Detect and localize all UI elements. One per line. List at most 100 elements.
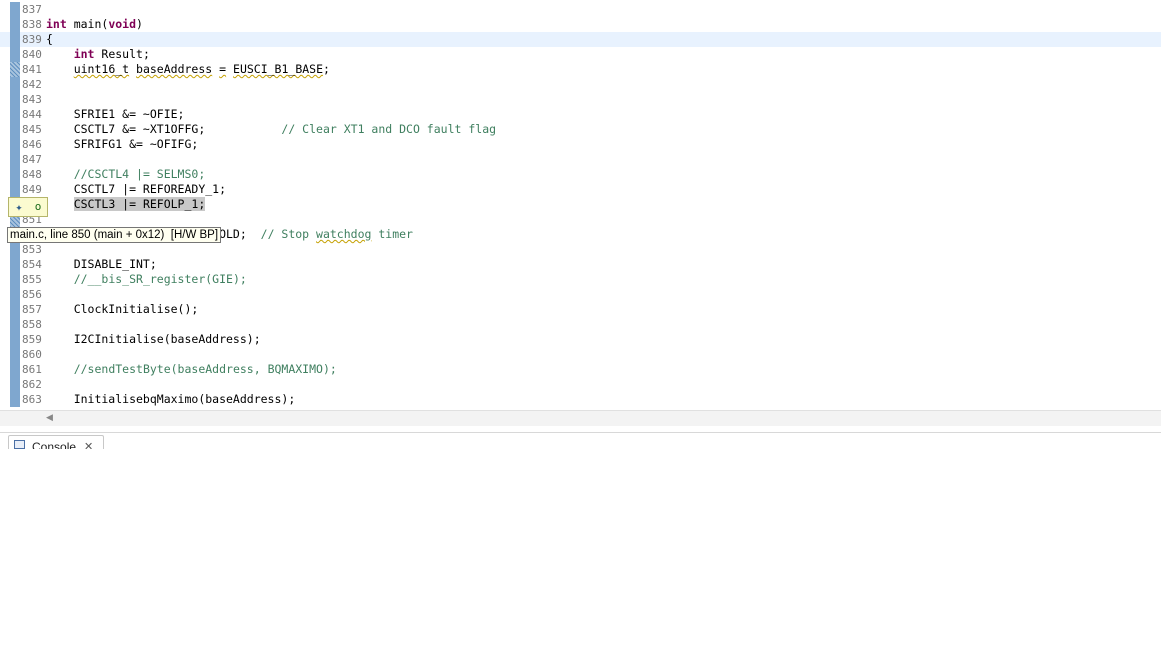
gutter-marker[interactable] — [10, 17, 20, 32]
code-line[interactable]: 860 — [0, 347, 1161, 362]
gutter-marker[interactable] — [10, 137, 20, 152]
gutter-marker[interactable] — [10, 332, 20, 347]
code-line[interactable]: 859 I2CInitialise(baseAddress); — [0, 332, 1161, 347]
horizontal-scrollbar[interactable]: ◀ — [0, 410, 1161, 426]
code-line[interactable]: 862 — [0, 377, 1161, 392]
gutter-marker[interactable] — [10, 122, 20, 137]
gutter-marker[interactable] — [10, 92, 20, 107]
code-line[interactable]: 838 int main(void) — [0, 17, 1161, 32]
code-line[interactable]: 851 — [0, 212, 1161, 227]
code-line[interactable]: 855 //__bis_SR_register(GIE); — [0, 272, 1161, 287]
code-line[interactable]: 845 CSCTL7 &= ~XT1OFFG; // Clear XT1 and… — [0, 122, 1161, 137]
close-icon[interactable]: ✕ — [84, 438, 93, 449]
code-text[interactable]: int Result; — [46, 47, 150, 62]
line-number: 861 — [22, 363, 42, 376]
gutter-marker[interactable] — [10, 317, 20, 332]
code-line[interactable]: 858 — [0, 317, 1161, 332]
gutter-marker[interactable] — [10, 377, 20, 392]
breakpoint-tooltip: main.c, line 850 (main + 0x12) [H/W BP] — [7, 227, 222, 243]
gutter-marker[interactable] — [10, 347, 20, 362]
code-token: baseAddress — [136, 62, 213, 76]
code-text[interactable]: InitialisebqMaximo(baseAddress); — [46, 392, 296, 407]
code-text[interactable]: SFRIFG1 &= ~OFIFG; — [46, 137, 199, 152]
gutter-marker[interactable] — [10, 362, 20, 377]
line-number: 854 — [22, 258, 42, 271]
code-text[interactable]: int main(void) — [46, 17, 143, 32]
line-number: 840 — [22, 48, 42, 61]
code-line[interactable]: 844 SFRIE1 &= ~OFIE; — [0, 107, 1161, 122]
code-line[interactable]: 842 — [0, 77, 1161, 92]
scroll-left-icon[interactable]: ◀ — [46, 413, 53, 423]
code-line[interactable]: 850 CSCTL3 |= REFOLP_1; — [0, 197, 1161, 212]
code-token: CSCTL7 &= ~XT1OFFG; — [46, 122, 282, 136]
line-number: 853 — [22, 243, 42, 256]
code-line[interactable]: 837 — [0, 2, 1161, 17]
gutter-marker[interactable] — [10, 107, 20, 122]
gutter-marker[interactable] — [10, 77, 20, 92]
code-line[interactable]: 848 //CSCTL4 |= SELMS0; — [0, 167, 1161, 182]
gutter-marker[interactable] — [10, 62, 20, 77]
console-icon — [14, 440, 25, 449]
gutter-marker[interactable] — [10, 182, 20, 197]
code-line[interactable]: 841 uint16_t baseAddress = EUSCI_B1_BASE… — [0, 62, 1161, 77]
line-number: 855 — [22, 273, 42, 286]
gutter-marker[interactable] — [10, 242, 20, 257]
console-panel: Console ✕ — [0, 432, 1161, 449]
tab-console[interactable]: Console ✕ — [8, 435, 104, 449]
gutter-marker[interactable] — [10, 392, 20, 407]
code-line[interactable]: 843 — [0, 92, 1161, 107]
code-line[interactable]: 847 — [0, 152, 1161, 167]
code-text[interactable]: CSCTL7 &= ~XT1OFFG; // Clear XT1 and DCO… — [46, 122, 496, 137]
code-token: CSCTL7 |= REFOREADY_1; — [46, 182, 227, 196]
breakpoint-marker-icon[interactable]: o — [31, 199, 45, 215]
code-line[interactable]: 863 InitialisebqMaximo(baseAddress); — [0, 392, 1161, 407]
code-text[interactable]: I2CInitialise(baseAddress); — [46, 332, 261, 347]
code-text[interactable]: uint16_t baseAddress = EUSCI_B1_BASE; — [46, 62, 330, 77]
gutter-marker[interactable] — [10, 47, 20, 62]
code-line[interactable]: 846 SFRIFG1 &= ~OFIFG; — [0, 137, 1161, 152]
line-number: 839 — [22, 33, 42, 46]
code-line[interactable]: 840 int Result; — [0, 47, 1161, 62]
code-token: DISABLE_INT; — [46, 257, 157, 271]
gutter-marker[interactable] — [10, 2, 20, 17]
code-editor[interactable]: 837 838 int main(void) 839{840 int Result; 8… — [0, 0, 1161, 410]
code-text[interactable]: CSCTL3 |= REFOLP_1; — [46, 197, 206, 212]
code-token: SFRIE1 &= ~OFIE; — [46, 107, 185, 121]
code-text[interactable]: SFRIE1 &= ~OFIE; — [46, 107, 185, 122]
code-text[interactable]: //CSCTL4 |= SELMS0; — [46, 167, 206, 182]
code-line[interactable]: 854 DISABLE_INT; — [0, 257, 1161, 272]
breakpoint-annotation[interactable]: ✦ o — [8, 197, 48, 217]
line-number: 844 — [22, 108, 42, 121]
gutter-marker[interactable] — [10, 287, 20, 302]
code-text[interactable]: //__bis_SR_register(GIE); — [46, 272, 247, 287]
line-number: 859 — [22, 333, 42, 346]
code-line[interactable]: 849 CSCTL7 |= REFOREADY_1; — [0, 182, 1161, 197]
code-line[interactable]: 861 //sendTestByte(baseAddress, BQMAXIMO… — [0, 362, 1161, 377]
line-number: 838 — [22, 18, 42, 31]
gutter-marker[interactable] — [10, 152, 20, 167]
code-text[interactable]: { — [46, 32, 53, 47]
code-token: // Stop — [260, 227, 317, 241]
code-line[interactable]: 856 — [0, 287, 1161, 302]
code-token: main( — [66, 17, 109, 31]
code-text[interactable]: CSCTL7 |= REFOREADY_1; — [46, 182, 226, 197]
code-line[interactable]: 853 — [0, 242, 1161, 257]
code-line[interactable]: 839 { — [0, 32, 1161, 47]
gutter-marker[interactable] — [10, 32, 20, 47]
code-line[interactable]: 857 ClockInitialise(); — [0, 302, 1161, 317]
code-text[interactable]: //sendTestByte(baseAddress, BQMAXIMO); — [46, 362, 337, 377]
gutter-marker[interactable] — [10, 272, 20, 287]
code-token: { — [46, 32, 53, 46]
gutter-marker[interactable] — [10, 167, 20, 182]
code-text[interactable]: DISABLE_INT; — [46, 257, 157, 272]
breakpoint-skip-icon[interactable]: ✦ — [10, 199, 28, 215]
gutter-marker[interactable] — [10, 302, 20, 317]
line-number: 847 — [22, 153, 42, 166]
code-text[interactable]: ClockInitialise(); — [46, 302, 199, 317]
gutter-marker[interactable] — [10, 257, 20, 272]
